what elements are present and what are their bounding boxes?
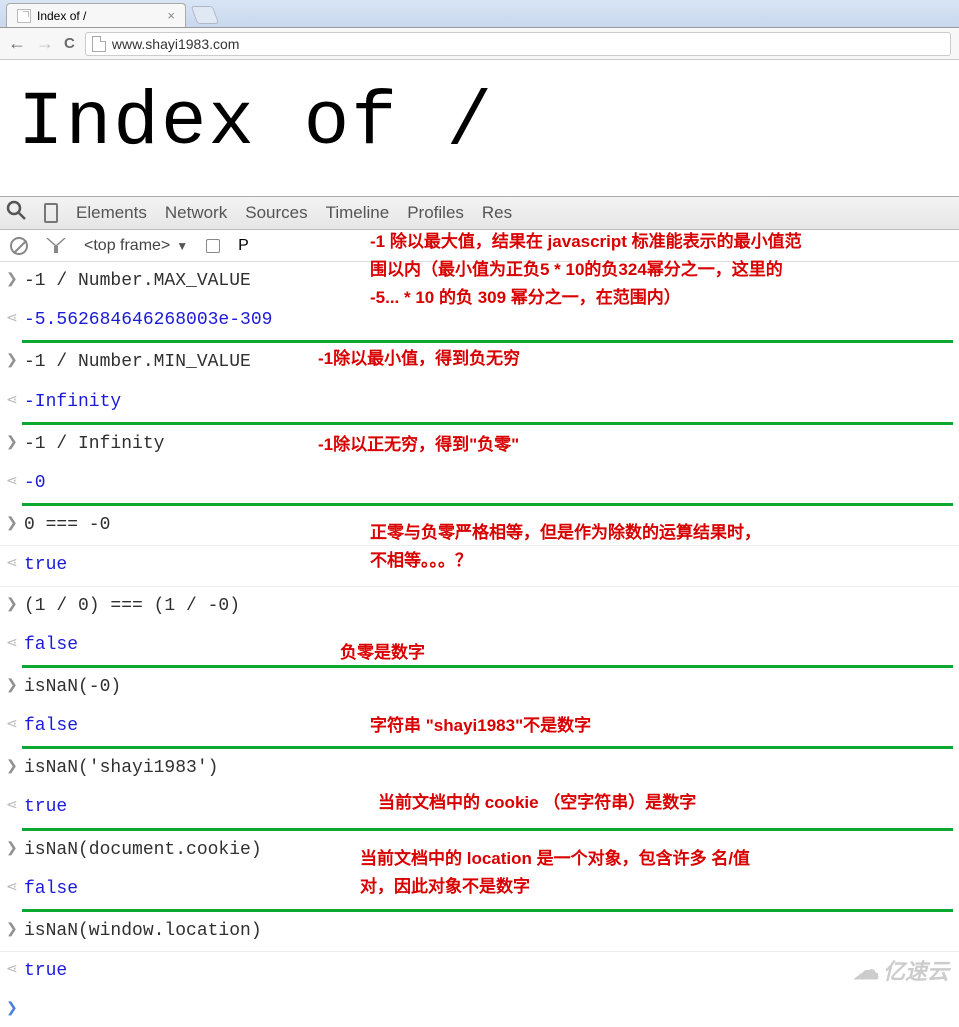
console-result: true <box>24 795 67 820</box>
output-marker-icon: ⋖ <box>6 392 24 412</box>
back-button[interactable]: ← <box>8 33 26 54</box>
input-marker-icon: ❯ <box>6 677 24 697</box>
output-marker-icon: ⋖ <box>6 310 24 330</box>
tab-sources[interactable]: Sources <box>245 203 307 223</box>
frame-selector[interactable]: <top frame> ▼ <box>84 237 188 255</box>
console-input-row[interactable]: ❯isNaN(window.location) <box>0 912 959 952</box>
watermark-text: 亿速云 <box>883 954 949 986</box>
annotation: 字符串 "shayi1983"不是数字 <box>370 712 591 739</box>
tab-timeline[interactable]: Timeline <box>326 203 390 223</box>
annotation: 对，因此对象不是数字 <box>360 873 530 900</box>
annotation: 不相等。。。？ <box>370 547 472 574</box>
search-icon[interactable] <box>6 200 26 226</box>
annotation: -1除以最小值，得到负无穷 <box>318 345 520 372</box>
annotation: -5... * 10 的负 309 幂分之一，在范围内） <box>370 284 681 311</box>
annotation: 当前文档中的 location 是一个对象，包含许多 名/值 <box>360 845 750 872</box>
input-marker-icon: ❯ <box>6 271 24 291</box>
console-output-row: ⋖true <box>0 546 959 586</box>
input-marker-icon: ❯ <box>6 352 24 372</box>
page-title: Index of / <box>18 80 941 166</box>
output-marker-icon: ⋖ <box>6 961 24 981</box>
tab-profiles[interactable]: Profiles <box>407 203 464 223</box>
console-input-row[interactable]: ❯isNaN(-0) <box>0 668 959 707</box>
console-code: isNaN(window.location) <box>24 919 262 944</box>
close-icon[interactable]: × <box>167 8 175 23</box>
console-code: -1 / Number.MAX_VALUE <box>24 269 251 294</box>
page-icon <box>92 36 106 52</box>
input-marker-icon: ❯ <box>6 596 24 616</box>
annotation: 正零与负零严格相等，但是作为除数的运算结果时， <box>370 519 761 546</box>
console-input-row[interactable]: ❯(1 / 0) === (1 / -0) <box>0 587 959 626</box>
filter-icon[interactable] <box>46 238 66 254</box>
console-result: false <box>24 633 78 658</box>
console-result: false <box>24 714 78 739</box>
output-marker-icon: ⋖ <box>6 879 24 899</box>
url-bar[interactable]: www.shayi1983.com <box>85 32 951 56</box>
underline <box>332 665 462 668</box>
frame-label: <top frame> <box>84 237 170 255</box>
input-marker-icon: ❯ <box>6 758 24 778</box>
console-code: 0 === -0 <box>24 513 110 538</box>
console-output-row: ⋖-0 <box>0 464 959 503</box>
console-code: (1 / 0) === (1 / -0) <box>24 594 240 619</box>
forward-button[interactable]: → <box>36 33 54 54</box>
tab-elements[interactable]: Elements <box>76 203 147 223</box>
input-marker-icon: ❯ <box>6 1000 24 1020</box>
browser-tab-strip: Index of / × <box>0 0 959 28</box>
reload-button[interactable]: C <box>64 35 75 52</box>
annotation: 负零是数字 <box>340 639 425 666</box>
annotation: -1 除以最大值，结果在 javascript 标准能表示的最小值范 <box>370 228 802 255</box>
output-marker-icon: ⋖ <box>6 555 24 575</box>
browser-tab[interactable]: Index of / × <box>6 3 186 27</box>
url-text: www.shayi1983.com <box>112 36 240 52</box>
console-result: false <box>24 877 78 902</box>
new-tab-button[interactable] <box>191 6 220 24</box>
device-icon[interactable] <box>44 203 58 223</box>
input-marker-icon: ❯ <box>6 921 24 941</box>
console-output-row: ⋖true <box>0 952 959 991</box>
browser-nav-bar: ← → C www.shayi1983.com <box>0 28 959 60</box>
input-marker-icon: ❯ <box>6 515 24 535</box>
preserve-log-checkbox[interactable] <box>206 239 220 253</box>
watermark: ☁ 亿速云 <box>853 954 949 986</box>
console-result: -Infinity <box>24 390 121 415</box>
cloud-icon: ☁ <box>853 955 879 986</box>
console-result: true <box>24 553 67 578</box>
console-code: -1 / Infinity <box>24 432 164 457</box>
page-icon <box>17 9 31 23</box>
annotation: -1除以正无穷，得到"负零" <box>318 431 519 458</box>
console-code: isNaN('shayi1983') <box>24 756 218 781</box>
console-output-row: ⋖false <box>0 626 959 665</box>
output-marker-icon: ⋖ <box>6 635 24 655</box>
output-marker-icon: ⋖ <box>6 716 24 736</box>
console-input-row[interactable]: ❯isNaN('shayi1983') <box>0 749 959 788</box>
console-code: -1 / Number.MIN_VALUE <box>24 350 251 375</box>
console-code: isNaN(-0) <box>24 675 121 700</box>
output-marker-icon: ⋖ <box>6 797 24 817</box>
console-output-row: ⋖-Infinity <box>0 383 959 422</box>
input-marker-icon: ❯ <box>6 840 24 860</box>
chevron-down-icon: ▼ <box>176 239 188 253</box>
console-output: ❯-1 / Number.MAX_VALUE ⋖-5.5626846462680… <box>0 262 959 1027</box>
devtools-tab-bar: Elements Network Sources Timeline Profil… <box>0 197 959 230</box>
annotation: 当前文档中的 cookie （空字符串）是数字 <box>378 789 696 816</box>
tab-title: Index of / <box>37 9 86 23</box>
console-result: -5.562684646268003e-309 <box>24 308 272 333</box>
console-prompt[interactable]: ❯ <box>0 991 959 1027</box>
tab-network[interactable]: Network <box>165 203 227 223</box>
page-body: Index of / <box>0 60 959 196</box>
output-marker-icon: ⋖ <box>6 473 24 493</box>
tab-resources[interactable]: Res <box>482 203 512 223</box>
annotation: 围以内（最小值为正负5 * 10的负324幂分之一，这里的 <box>370 256 783 283</box>
console-result: -0 <box>24 471 46 496</box>
console-result: true <box>24 959 67 984</box>
clear-console-icon[interactable] <box>10 237 28 255</box>
devtools-panel: Elements Network Sources Timeline Profil… <box>0 196 959 1027</box>
input-marker-icon: ❯ <box>6 434 24 454</box>
console-code: isNaN(document.cookie) <box>24 838 262 863</box>
toolbar-text: P <box>238 237 249 255</box>
